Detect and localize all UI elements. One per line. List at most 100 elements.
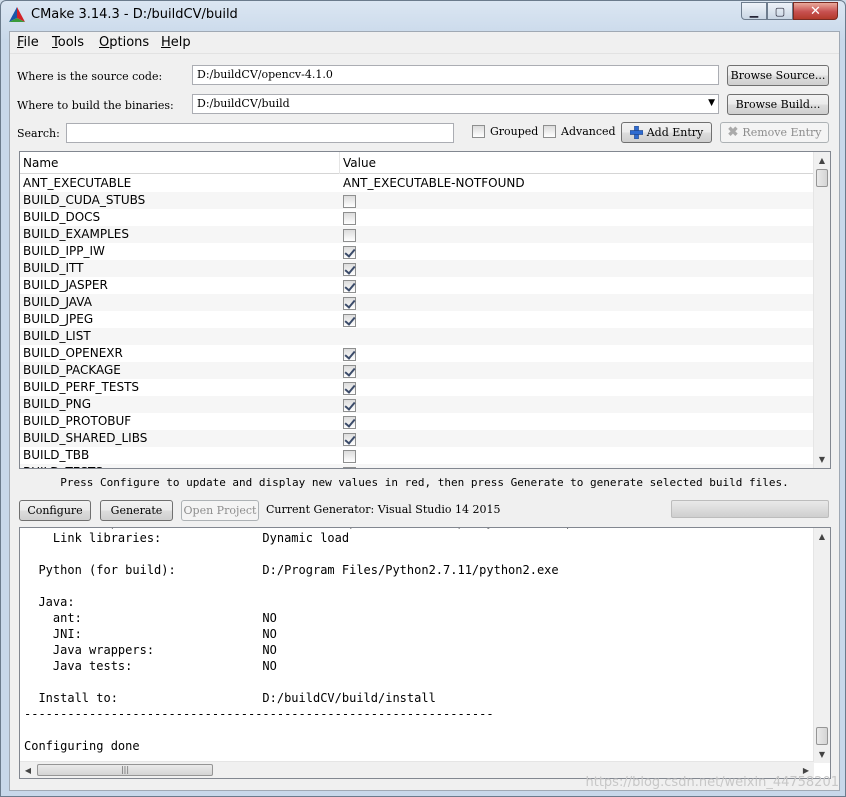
entry-checkbox[interactable] [343,295,356,310]
checked-box-icon[interactable] [343,381,356,395]
table-row[interactable]: BUILD_ITT [20,260,814,277]
checked-box-icon[interactable] [343,262,356,276]
table-row[interactable]: BUILD_JASPER [20,277,814,294]
browse-build-button[interactable]: Browse Build... [727,94,829,115]
entry-name: BUILD_PERF_TESTS [23,380,140,394]
output-text: Include path: D:/buildCV/opencv-4.1.0/3r… [24,528,631,754]
unchecked-box-icon[interactable] [343,211,356,225]
close-button[interactable]: ✕ [793,2,838,20]
table-row[interactable]: BUILD_PROTOBUF [20,413,814,430]
menu-file[interactable]: File [17,35,39,50]
output-log[interactable]: Include path: D:/buildCV/opencv-4.1.0/3r… [19,527,831,779]
search-input[interactable] [66,123,454,143]
unchecked-box-icon[interactable] [343,449,356,463]
table-row[interactable]: BUILD_CUDA_STUBS [20,192,814,209]
entry-checkbox[interactable] [343,210,356,225]
table-row[interactable]: BUILD_JAVA [20,294,814,311]
table-vertical-scrollbar[interactable]: ▲ ▼ [813,152,830,468]
checked-box-icon[interactable] [343,296,356,310]
menu-options[interactable]: Options [99,35,149,50]
remove-entry-label: Remove Entry [742,126,822,139]
advanced-check-box[interactable] [543,125,556,138]
table-row[interactable]: BUILD_EXAMPLES [20,226,814,243]
entry-checkbox[interactable] [343,448,356,463]
table-row[interactable]: BUILD_JPEG [20,311,814,328]
table-row[interactable]: BUILD_TBB [20,447,814,464]
remove-entry-button[interactable]: ✖ Remove Entry [720,122,829,143]
table-row[interactable]: BUILD_PACKAGE [20,362,814,379]
scroll-thumb[interactable] [816,169,828,187]
entry-checkbox[interactable] [343,193,356,208]
output-line: Java wrappers: NO [24,643,277,657]
output-vertical-scrollbar[interactable]: ▲ ▼ [813,528,830,763]
table-row[interactable]: BUILD_DOCS [20,209,814,226]
table-row[interactable]: BUILD_PNG [20,396,814,413]
table-row[interactable]: BUILD_IPP_IW [20,243,814,260]
menu-tools[interactable]: Tools [52,35,84,50]
output-scroll-up-arrow-icon[interactable]: ▲ [814,528,830,545]
maximize-button[interactable]: ▢ [767,2,793,20]
browse-source-button[interactable]: Browse Source... [727,65,829,86]
configure-button[interactable]: Configure [19,500,91,521]
checked-box-icon[interactable] [343,279,356,293]
unchecked-box-icon[interactable] [343,228,356,242]
checked-box-icon[interactable] [343,347,356,361]
entry-name: BUILD_PACKAGE [23,363,121,377]
entry-checkbox[interactable] [343,312,356,327]
column-header-value[interactable]: Value [343,156,376,170]
menu-help[interactable]: Help [161,35,191,50]
minimize-button[interactable]: ▁ [741,2,767,20]
add-entry-label: Add Entry [646,126,704,139]
entry-checkbox[interactable] [343,227,356,242]
unchecked-box-icon[interactable] [343,466,356,468]
table-row[interactable]: BUILD_PERF_TESTS [20,379,814,396]
title-bar[interactable]: CMake 3.14.3 - D:/buildCV/build ▁ ▢ ✕ [1,1,845,30]
entry-checkbox[interactable] [343,431,356,446]
unchecked-box-icon[interactable] [343,194,356,208]
scroll-down-arrow-icon[interactable]: ▼ [814,451,830,468]
table-row[interactable]: BUILD_TESTS [20,464,814,468]
checked-box-icon[interactable] [343,398,356,412]
advanced-checkbox[interactable]: Advanced [543,125,616,138]
table-row[interactable]: BUILD_OPENEXR [20,345,814,362]
entry-name: BUILD_JAVA [23,295,92,309]
source-path-field[interactable]: D:/buildCV/opencv-4.1.0 [192,65,719,85]
grouped-check-box[interactable] [472,125,485,138]
checked-box-icon[interactable] [343,432,356,446]
checked-box-icon[interactable] [343,364,356,378]
entry-value: ANT_EXECUTABLE-NOTFOUND [343,176,525,190]
entry-name: BUILD_TBB [23,448,90,462]
build-path-combo[interactable]: D:/buildCV/build ▼ [192,94,719,114]
table-row[interactable]: BUILD_LIST [20,328,814,345]
open-project-button[interactable]: Open Project [181,500,259,521]
add-entry-button[interactable]: Add Entry [621,122,712,143]
scroll-up-arrow-icon[interactable]: ▲ [814,152,830,169]
entry-checkbox[interactable] [343,380,356,395]
output-line: Java tests: NO [24,659,277,673]
output-scroll-down-arrow-icon[interactable]: ▼ [814,746,830,763]
output-line: Configuring done [24,739,140,753]
checked-box-icon[interactable] [343,415,356,429]
entry-checkbox[interactable] [343,278,356,293]
generate-button[interactable]: Generate [100,500,173,521]
scroll-left-arrow-icon[interactable]: ◀ [20,762,36,778]
horizontal-scroll-thumb[interactable]: ||| [37,764,213,776]
checked-box-icon[interactable] [343,245,356,259]
entry-checkbox[interactable] [343,414,356,429]
entry-checkbox[interactable] [343,363,356,378]
entry-checkbox[interactable] [343,244,356,259]
dropdown-arrow-icon[interactable]: ▼ [708,98,715,108]
entry-checkbox[interactable] [343,397,356,412]
output-scroll-thumb[interactable] [816,727,828,745]
checked-box-icon[interactable] [343,313,356,327]
table-row[interactable]: BUILD_SHARED_LIBS [20,430,814,447]
entry-checkbox[interactable] [343,261,356,276]
entry-checkbox[interactable] [343,465,356,468]
entry-checkbox[interactable] [343,346,356,361]
column-header-name[interactable]: Name [23,156,58,170]
grouped-checkbox[interactable]: Grouped [472,125,538,138]
cache-table[interactable]: Name Value ANT_EXECUTABLE ANT_EXECUTABLE-… [19,151,831,469]
table-row[interactable]: ANT_EXECUTABLE ANT_EXECUTABLE-NOTFOUND [20,175,814,192]
